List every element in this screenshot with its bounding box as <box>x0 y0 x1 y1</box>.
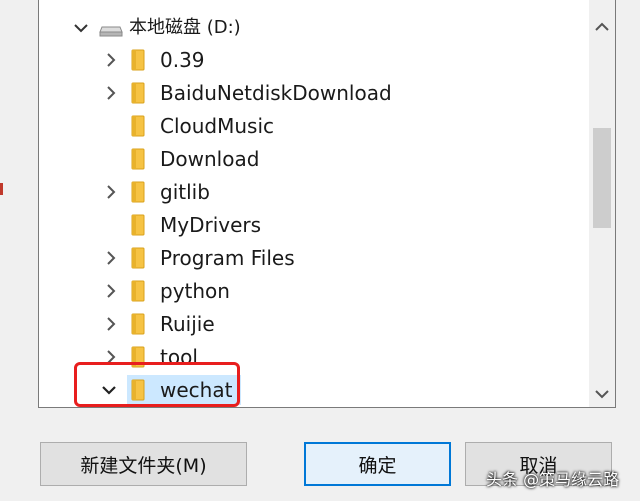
chevron-right-icon[interactable] <box>101 314 121 334</box>
folder-icon <box>130 115 146 137</box>
folder-icon <box>130 148 146 170</box>
folder-label: Program Files <box>160 246 295 270</box>
folder-row[interactable]: BaiduNetdiskDownload <box>39 78 579 108</box>
folder-row[interactable]: python <box>39 276 579 306</box>
folder-tree-panel[interactable]: 本地磁盘 (D:) 0.39 BaiduNetdiskDownload CloudM… <box>38 0 616 408</box>
folder-label: wechat <box>160 378 233 402</box>
folder-row[interactable]: MyDrivers <box>39 210 579 240</box>
folder-icon <box>130 49 146 71</box>
chevron-right-icon[interactable] <box>101 50 121 70</box>
scroll-up-arrow-icon[interactable] <box>589 14 615 40</box>
drive-row[interactable]: 本地磁盘 (D:) <box>39 13 579 43</box>
scroll-thumb[interactable] <box>593 128 611 228</box>
folder-row[interactable]: Ruijie <box>39 309 579 339</box>
folder-label: BaiduNetdiskDownload <box>160 81 392 105</box>
folder-row[interactable]: gitlib <box>39 177 579 207</box>
folder-row[interactable]: Program Files <box>39 243 579 273</box>
chevron-right-icon[interactable] <box>101 182 121 202</box>
folder-row[interactable]: wechat <box>39 375 579 405</box>
ok-button[interactable]: 确定 <box>304 442 451 486</box>
folder-icon <box>130 379 146 401</box>
folder-icon <box>130 214 146 236</box>
folder-row[interactable]: 0.39 <box>39 45 579 75</box>
folder-icon <box>130 313 146 335</box>
folder-row[interactable]: Download <box>39 144 579 174</box>
chevron-down-icon[interactable] <box>99 380 119 400</box>
chevron-right-icon[interactable] <box>101 83 121 103</box>
drive-label: 本地磁盘 (D:) <box>129 17 241 38</box>
folder-icon <box>130 247 146 269</box>
folder-label: Ruijie <box>160 312 215 336</box>
folder-row[interactable]: CloudMusic <box>39 111 579 141</box>
folder-icon <box>130 181 146 203</box>
folder-icon <box>130 280 146 302</box>
watermark: 头条 @策马缘云路 <box>486 470 620 489</box>
left-edge-mark <box>0 183 3 195</box>
new-folder-button[interactable]: 新建文件夹(M) <box>40 442 247 486</box>
drive-icon <box>99 22 123 37</box>
vertical-scrollbar[interactable] <box>589 0 615 407</box>
folder-label: Download <box>160 147 260 171</box>
folder-icon <box>130 82 146 104</box>
chevron-right-icon[interactable] <box>101 248 121 268</box>
folder-label: python <box>160 279 230 303</box>
folder-label: MyDrivers <box>160 213 262 237</box>
scroll-down-arrow-icon[interactable] <box>589 381 615 407</box>
folder-label: gitlib <box>160 180 210 204</box>
chevron-down-icon[interactable] <box>71 18 91 38</box>
folder-label: 0.39 <box>160 48 205 72</box>
chevron-right-icon[interactable] <box>101 281 121 301</box>
folder-label: CloudMusic <box>160 114 275 138</box>
